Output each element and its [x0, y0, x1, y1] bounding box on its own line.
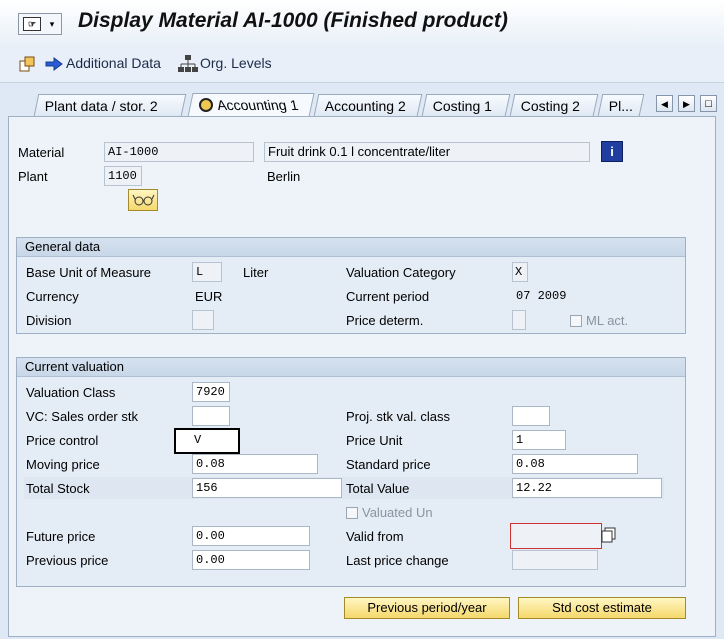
last-price-change-label: Last price change: [346, 553, 449, 568]
valuation-class-field[interactable]: 7920: [192, 382, 230, 402]
valid-from-field[interactable]: [510, 523, 602, 549]
proj-stk-field[interactable]: [512, 406, 550, 426]
base-uom-label: Base Unit of Measure: [26, 265, 152, 280]
ml-act-label: ML act.: [586, 313, 629, 328]
standard-price-label: Standard price: [346, 457, 431, 472]
additional-data-button[interactable]: Additional Data: [66, 55, 161, 71]
tab-accounting-1[interactable]: Accounting 1: [187, 93, 315, 117]
price-determ-field[interactable]: [512, 310, 526, 330]
glasses-icon[interactable]: [128, 189, 158, 211]
price-unit-label: Price Unit: [346, 433, 403, 448]
valuation-category-field[interactable]: X: [512, 262, 528, 282]
sap-object-icon: [199, 98, 213, 112]
price-unit-field[interactable]: 1: [512, 430, 566, 450]
previous-price-label: Previous price: [26, 553, 109, 568]
tab-more[interactable]: Pl...: [597, 94, 645, 116]
currency-value: EUR: [195, 289, 223, 304]
future-price-label: Future price: [26, 529, 96, 544]
proj-stk-label: Proj. stk val. class: [346, 409, 451, 424]
org-levels-button[interactable]: Org. Levels: [200, 55, 272, 71]
division-field[interactable]: [192, 310, 214, 330]
price-control-label: Price control: [26, 433, 99, 448]
base-uom-text: Liter: [243, 265, 269, 280]
valid-from-label: Valid from: [346, 529, 404, 544]
ml-act-checkbox[interactable]: [570, 315, 582, 327]
moving-price-field[interactable]: 0.08: [192, 454, 318, 474]
previous-period-button[interactable]: Previous period/year: [344, 597, 510, 619]
info-icon[interactable]: i: [601, 141, 623, 162]
price-control-field[interactable]: V: [174, 428, 240, 454]
other-material-icon[interactable]: [18, 55, 36, 73]
current-period-value: 07 2009: [516, 289, 567, 303]
valuation-category-label: Valuation Category: [346, 265, 456, 280]
tab-costing-2[interactable]: Costing 2: [509, 94, 599, 116]
org-levels-icon[interactable]: [178, 54, 198, 74]
material-field[interactable]: AI-1000: [104, 142, 254, 162]
future-price-field[interactable]: 0.00: [192, 526, 310, 546]
tab-list-icon[interactable]: ☐: [700, 95, 717, 112]
current-period-label: Current period: [346, 289, 430, 304]
general-data-title: General data: [17, 238, 685, 257]
plant-field[interactable]: 1100: [104, 166, 142, 186]
vc-sales-order-label: VC: Sales order stk: [26, 409, 138, 424]
total-value-field[interactable]: 12.22: [512, 478, 662, 498]
currency-label: Currency: [26, 289, 79, 304]
last-price-change-field[interactable]: [512, 550, 598, 570]
calendar-icon[interactable]: [601, 527, 617, 544]
window-title: Display Material AI-1000 (Finished produ…: [78, 9, 508, 32]
standard-price-field[interactable]: 0.08: [512, 454, 638, 474]
current-valuation-title: Current valuation: [17, 358, 685, 377]
material-label: Material: [18, 145, 65, 160]
plant-name: Berlin: [267, 169, 301, 184]
division-label: Division: [26, 313, 72, 328]
plant-label: Plant: [18, 169, 48, 184]
arrow-right-icon[interactable]: [44, 55, 64, 73]
total-stock-label: Total Stock: [26, 481, 90, 496]
valuation-class-label: Valuation Class: [26, 385, 116, 400]
tab-scroll-left-icon[interactable]: ◀: [656, 95, 673, 112]
base-uom-field[interactable]: L: [192, 262, 222, 282]
vc-sales-order-field[interactable]: [192, 406, 230, 426]
tab-accounting-2[interactable]: Accounting 2: [313, 94, 423, 116]
std-cost-estimate-button[interactable]: Std cost estimate: [518, 597, 686, 619]
tab-scroll-right-icon[interactable]: ▶: [678, 95, 695, 112]
previous-price-field[interactable]: 0.00: [192, 550, 310, 570]
tab-plant-data-stor-2[interactable]: Plant data / stor. 2: [33, 94, 187, 116]
material-description-field[interactable]: Fruit drink 0.1 l concentrate/liter: [264, 142, 590, 162]
moving-price-label: Moving price: [26, 457, 100, 472]
total-value-label: Total Value: [346, 481, 410, 496]
total-stock-field[interactable]: 156: [192, 478, 342, 498]
valuated-un-label: Valuated Un: [362, 505, 433, 520]
system-menu-icon[interactable]: ☞ ▾: [18, 13, 62, 35]
valuated-un-checkbox[interactable]: [346, 507, 358, 519]
price-determ-label: Price determ.: [346, 313, 424, 328]
tab-costing-1[interactable]: Costing 1: [421, 94, 511, 116]
